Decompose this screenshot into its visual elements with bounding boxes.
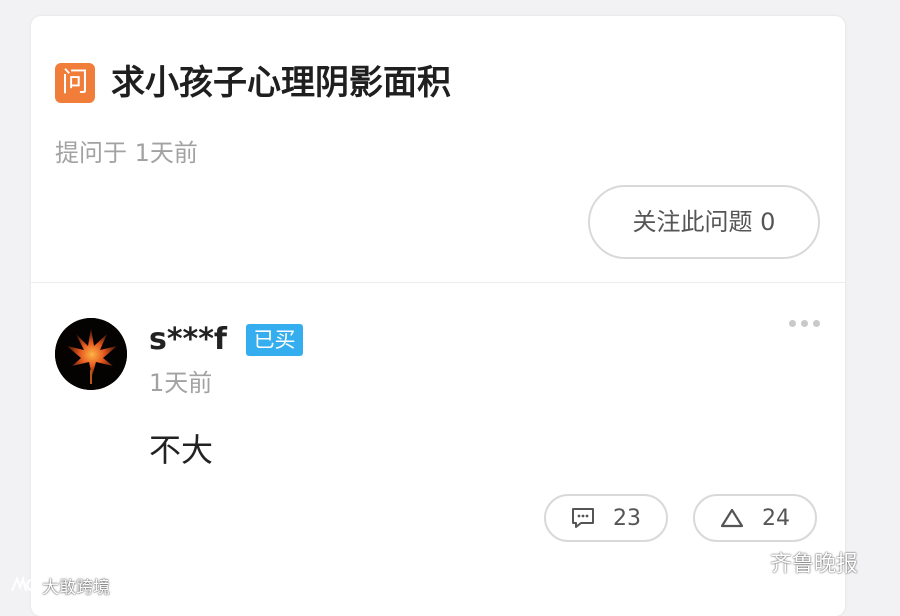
avatar[interactable] (55, 318, 127, 390)
comment-icon (572, 508, 594, 528)
answer-text: 不大 (149, 431, 214, 469)
username[interactable]: s***f (149, 320, 227, 360)
question-title: 求小孩子心理阴影面积 (111, 63, 451, 103)
ellipsis-icon[interactable] (789, 316, 825, 330)
upvote-triangle-icon (720, 508, 744, 528)
follow-question-button[interactable]: 关注此问题 0 (588, 185, 820, 259)
question-card: 问 求小孩子心理阴影面积 提问于 1天前 关注此问题 0 s***f 已买 1天… (31, 16, 845, 616)
answer-time: 1天前 (149, 369, 213, 397)
brand-logo-icon (11, 575, 38, 592)
comment-button[interactable]: 23 (544, 494, 668, 542)
divider (31, 282, 845, 283)
comment-count: 23 (613, 505, 641, 531)
upvote-button[interactable]: 24 (693, 494, 817, 542)
watermark-left: 大敢跨境 (8, 572, 110, 598)
watermark-right-text: 齐鲁晚报 (770, 552, 859, 577)
maple-leaf-avatar-icon (55, 318, 127, 390)
question-meta: 提问于 1天前 (55, 139, 198, 167)
upvote-count: 24 (762, 505, 790, 531)
wechat-icon (738, 552, 763, 572)
watermark-right: 齐鲁晚报 (738, 546, 858, 578)
question-icon: 问 (55, 63, 95, 103)
purchased-badge: 已买 (246, 324, 303, 356)
watermark-left-text: 大敢跨境 (42, 577, 110, 598)
